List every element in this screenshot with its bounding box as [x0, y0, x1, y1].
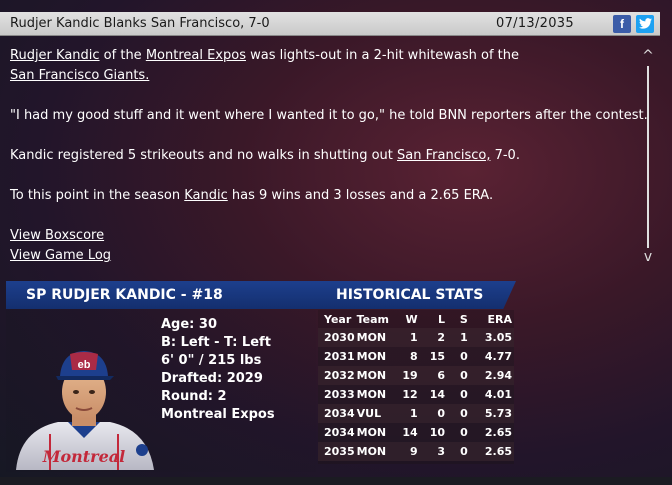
player-team: Montreal Expos	[161, 407, 275, 422]
stat-year-cell: 2034	[324, 407, 355, 420]
view-boxscore-link[interactable]: View Boxscore	[10, 226, 104, 246]
stat-team-cell: MON	[356, 369, 387, 382]
stat-team-cell: MON	[356, 331, 387, 344]
stat-losses-cell: 6	[437, 369, 446, 382]
news-headline: Rudjer Kandic Blanks San Francisco, 7-0	[10, 16, 270, 31]
player-portrait: Montreal eb	[16, 351, 154, 470]
stat-team-cell: MON	[356, 426, 387, 439]
stat-wins-cell: 12	[402, 388, 418, 401]
col-header-era: ERA	[487, 312, 513, 326]
player-bats-throws: B: Left - T: Left	[161, 335, 271, 350]
bottom-border	[0, 477, 672, 485]
stat-wins-cell: 8	[410, 350, 418, 363]
stat-era-cell: 5.73	[484, 407, 512, 420]
stat-losses-cell: 10	[429, 426, 446, 439]
stat-team-cell: VUL	[356, 407, 382, 420]
table-row: 2031 MON 8 15 0 4.77	[318, 347, 514, 366]
stat-year-cell: 2032	[324, 369, 355, 382]
stat-saves-cell: 0	[460, 426, 468, 439]
player-card-banner: SP RUDJER KANDIC - #18 HISTORICAL STATS	[6, 281, 516, 309]
svg-text:Montreal: Montreal	[42, 447, 125, 466]
player-link[interactable]: Rudjer Kandic	[10, 48, 100, 63]
stat-year-cell: 2030	[324, 331, 355, 344]
player-age: Age: 30	[161, 317, 217, 332]
stat-saves-cell: 1	[460, 331, 468, 344]
stat-era-cell: 4.77	[484, 350, 512, 363]
stat-losses-cell: 14	[429, 388, 446, 401]
stat-year-cell: 2031	[324, 350, 355, 363]
col-header-saves: S	[459, 312, 468, 326]
svg-text:eb: eb	[78, 359, 91, 371]
historical-stats-heading: HISTORICAL STATS	[336, 287, 484, 303]
stats-header-row: Year Team W L S ERA	[318, 310, 514, 328]
table-row: 2034 MON 14 10 0 2.65	[318, 423, 514, 442]
team-link[interactable]: Montreal Expos	[146, 48, 246, 63]
article-paragraph-2: "I had my good stuff and it went where I…	[10, 108, 648, 123]
table-row: 2033 MON 12 14 0 4.01	[318, 385, 514, 404]
stat-losses-cell: 2	[437, 331, 446, 344]
stat-wins-cell: 1	[410, 407, 418, 420]
opponent-link[interactable]: San Francisco Giants.	[10, 68, 149, 83]
stat-era-cell: 4.01	[484, 388, 512, 401]
player-drafted: Drafted: 2029	[161, 371, 263, 386]
stat-wins-cell: 1	[410, 331, 418, 344]
stat-year-cell: 2035	[324, 445, 355, 458]
stat-year-cell: 2034	[324, 426, 355, 439]
stat-losses-cell: 15	[429, 350, 446, 363]
stat-wins-cell: 19	[402, 369, 418, 382]
stat-team-cell: MON	[356, 445, 387, 458]
stat-saves-cell: 0	[460, 350, 468, 363]
stat-wins-cell: 14	[402, 426, 418, 439]
stat-saves-cell: 0	[460, 407, 468, 420]
stat-losses-cell: 0	[437, 407, 446, 420]
col-header-year: Year	[324, 312, 352, 326]
scroll-down-arrow-icon[interactable]: v	[640, 249, 656, 265]
col-header-wins: W	[405, 312, 418, 326]
article-paragraph-3: Kandic registered 5 strikeouts and no wa…	[10, 148, 520, 163]
stat-team-cell: MON	[356, 350, 387, 363]
col-header-team: Team	[356, 312, 390, 326]
player-link[interactable]: Kandic	[184, 188, 228, 203]
stat-year-cell: 2033	[324, 388, 355, 401]
article-paragraph-1: Rudjer Kandic of the Montreal Expos was …	[10, 48, 520, 83]
stat-losses-cell: 3	[437, 445, 446, 458]
stat-saves-cell: 0	[460, 388, 468, 401]
twitter-share-icon[interactable]	[636, 15, 654, 33]
article-paragraph-4: To this point in the season Kandic has 9…	[10, 188, 494, 203]
scrollbar-track[interactable]	[647, 66, 649, 248]
stat-era-cell: 2.65	[484, 445, 512, 458]
player-bio: Age: 30 B: Left - T: Left 6' 0" / 215 lb…	[161, 316, 275, 424]
stat-era-cell: 2.65	[484, 426, 512, 439]
table-row: 2035 MON 9 3 0 2.65	[318, 442, 514, 461]
stat-saves-cell: 0	[460, 445, 468, 458]
table-row: 2030 MON 1 2 1 3.05	[318, 328, 514, 347]
opponent-link[interactable]: San Francisco,	[397, 148, 490, 163]
stat-team-cell: MON	[356, 388, 387, 401]
stat-saves-cell: 0	[460, 369, 468, 382]
historical-stats-table: Year Team W L S ERA 2030 MON 1 2 1 3.05 2031 MO…	[318, 310, 514, 464]
view-game-log-link[interactable]: View Game Log	[10, 246, 111, 266]
table-row: 2032 MON 19 6 0 2.94	[318, 366, 514, 385]
stat-wins-cell: 9	[410, 445, 418, 458]
news-title-bar: Rudjer Kandic Blanks San Francisco, 7-0 …	[0, 12, 660, 36]
scroll-up-arrow-icon[interactable]: ^	[640, 48, 656, 64]
stat-era-cell: 2.94	[484, 369, 512, 382]
table-row: 2034 VUL 1 0 0 5.73	[318, 404, 514, 423]
stat-era-cell: 3.05	[484, 331, 512, 344]
news-date: 07/13/2035	[496, 16, 574, 31]
player-draft-round: Round: 2	[161, 389, 227, 404]
facebook-share-icon[interactable]: f	[613, 15, 631, 33]
player-name-heading: SP RUDJER KANDIC - #18	[26, 287, 223, 303]
player-height-weight: 6' 0" / 215 lbs	[161, 353, 262, 368]
col-header-losses: L	[438, 312, 446, 326]
